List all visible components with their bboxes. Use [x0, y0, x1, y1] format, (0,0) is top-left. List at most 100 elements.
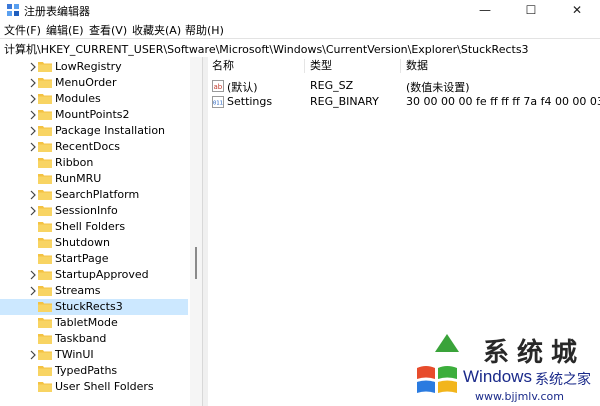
chevron-right-icon[interactable] — [28, 62, 38, 72]
windows-logo-icon — [417, 366, 457, 393]
folder-icon — [38, 238, 52, 248]
value-row[interactable]: 011 Settings REG_BINARY 30 00 00 00 fe ff f… — [208, 94, 600, 110]
key-tree-pane[interactable]: LowRegistry MenuOrder Modules MountPoints2 P… — [0, 57, 203, 406]
tree-item[interactable]: User Shell Folders — [0, 379, 188, 395]
folder-icon — [38, 190, 52, 200]
menu-file[interactable]: 文件(F) — [4, 22, 41, 38]
value-type: REG_SZ — [310, 79, 354, 92]
tree-item-label: StuckRects3 — [55, 300, 123, 313]
tree-scrollbar[interactable] — [190, 57, 202, 406]
tree-item[interactable]: Shutdown — [0, 235, 188, 251]
tree-item-label: MenuOrder — [55, 76, 117, 89]
chevron-right-icon[interactable] — [28, 126, 38, 136]
chevron-right-icon[interactable] — [28, 286, 38, 296]
tree-item[interactable]: MenuOrder — [0, 75, 188, 91]
folder-icon — [38, 350, 52, 360]
tree-item-label: RunMRU — [55, 172, 102, 185]
tree-item-label: StartPage — [55, 252, 109, 265]
close-button[interactable]: ✕ — [554, 0, 600, 20]
folder-icon — [38, 94, 52, 104]
tree-item-label: LowRegistry — [55, 60, 122, 73]
column-header-type[interactable]: 类型 — [310, 57, 332, 75]
tree-item-label: Ribbon — [55, 156, 94, 169]
string-value-icon: ab — [212, 80, 224, 92]
menu-edit[interactable]: 编辑(E) — [46, 22, 84, 38]
folder-icon — [38, 366, 52, 376]
tree-item[interactable]: StartupApproved — [0, 267, 188, 283]
tree-item-label: Modules — [55, 92, 101, 105]
column-separator[interactable] — [400, 59, 401, 73]
column-separator[interactable] — [304, 59, 305, 73]
folder-icon — [38, 110, 52, 120]
folder-icon — [38, 382, 52, 392]
tree-item-label: RecentDocs — [55, 140, 120, 153]
folder-icon — [38, 62, 52, 72]
tree-item[interactable]: StartPage — [0, 251, 188, 267]
value-name: Settings — [227, 95, 273, 108]
menu-favorites[interactable]: 收藏夹(A) — [132, 22, 181, 38]
folder-icon — [38, 270, 52, 280]
svg-text:ab: ab — [214, 83, 223, 91]
tree-item[interactable]: RunMRU — [0, 171, 188, 187]
chevron-right-icon[interactable] — [28, 350, 38, 360]
tree-scrollbar-thumb[interactable] — [195, 247, 197, 279]
folder-icon — [38, 222, 52, 232]
tree-item[interactable]: StuckRects3 — [0, 299, 188, 315]
value-data: (数值未设置) — [406, 81, 470, 94]
tree-item[interactable]: TabletMode — [0, 315, 188, 331]
tree-item-label: User Shell Folders — [55, 380, 154, 393]
tree-item[interactable]: Taskband — [0, 331, 188, 347]
tree-item[interactable]: LowRegistry — [0, 59, 188, 75]
green-leaf-icon — [435, 334, 459, 352]
address-bar[interactable]: 计算机\HKEY_CURRENT_USER\Software\Microsoft… — [0, 38, 600, 58]
folder-icon — [38, 142, 52, 152]
tree-item[interactable]: RecentDocs — [0, 139, 188, 155]
tree-item[interactable]: Modules — [0, 91, 188, 107]
folder-icon — [38, 206, 52, 216]
tree-item[interactable]: Streams — [0, 283, 188, 299]
chevron-right-icon[interactable] — [28, 78, 38, 88]
tree-item[interactable]: TWinUI — [0, 347, 188, 363]
tree-item[interactable]: SearchPlatform — [0, 187, 188, 203]
chevron-right-icon[interactable] — [28, 110, 38, 120]
tree-item-label: SessionInfo — [55, 204, 118, 217]
tree-item[interactable]: Package Installation — [0, 123, 188, 139]
value-row[interactable]: ab (默认) REG_SZ (数值未设置) — [208, 78, 600, 94]
tree-item[interactable]: Shell Folders — [0, 219, 188, 235]
tree-item[interactable]: TypedPaths — [0, 363, 188, 379]
value-name: (默认) — [227, 81, 258, 94]
watermark-url: www.bjjmlv.com — [475, 390, 564, 403]
tree-item[interactable]: Ribbon — [0, 155, 188, 171]
watermark-ghost-text: 系统城 — [483, 338, 586, 368]
column-header-name[interactable]: 名称 — [212, 57, 234, 75]
folder-icon — [38, 302, 52, 312]
tree-item[interactable]: MountPoints2 — [0, 107, 188, 123]
chevron-right-icon[interactable] — [28, 190, 38, 200]
maximize-button[interactable]: ☐ — [508, 0, 554, 20]
minimize-button[interactable]: — — [462, 0, 508, 20]
folder-icon — [38, 286, 52, 296]
folder-icon — [38, 334, 52, 344]
menu-help[interactable]: 帮助(H) — [185, 22, 224, 38]
folder-icon — [38, 318, 52, 328]
binary-value-icon: 011 — [212, 96, 224, 108]
tree-item[interactable]: SessionInfo — [0, 203, 188, 219]
value-data: 30 00 00 00 fe ff ff ff 7a f4 00 00 03 0… — [406, 95, 600, 108]
menu-bar: 文件(F) 编辑(E) 查看(V) 收藏夹(A) 帮助(H) — [0, 20, 600, 38]
chevron-right-icon[interactable] — [28, 270, 38, 280]
tree-item-label: Package Installation — [55, 124, 166, 137]
chevron-right-icon[interactable] — [28, 94, 38, 104]
address-path[interactable]: 计算机\HKEY_CURRENT_USER\Software\Microsoft… — [4, 41, 529, 57]
window-title: 注册表编辑器 — [24, 5, 90, 18]
column-header-data[interactable]: 数据 — [406, 57, 428, 75]
folder-icon — [38, 126, 52, 136]
watermark: 系统城 Windows 系统之家 www.bjjmlv.com — [405, 332, 600, 406]
menu-view[interactable]: 查看(V) — [89, 22, 127, 38]
chevron-right-icon[interactable] — [28, 206, 38, 216]
chevron-right-icon[interactable] — [28, 142, 38, 152]
folder-icon — [38, 174, 52, 184]
folder-icon — [38, 254, 52, 264]
tree-item-label: TabletMode — [55, 316, 118, 329]
tree-item-label: Streams — [55, 284, 101, 297]
folder-icon — [38, 158, 52, 168]
